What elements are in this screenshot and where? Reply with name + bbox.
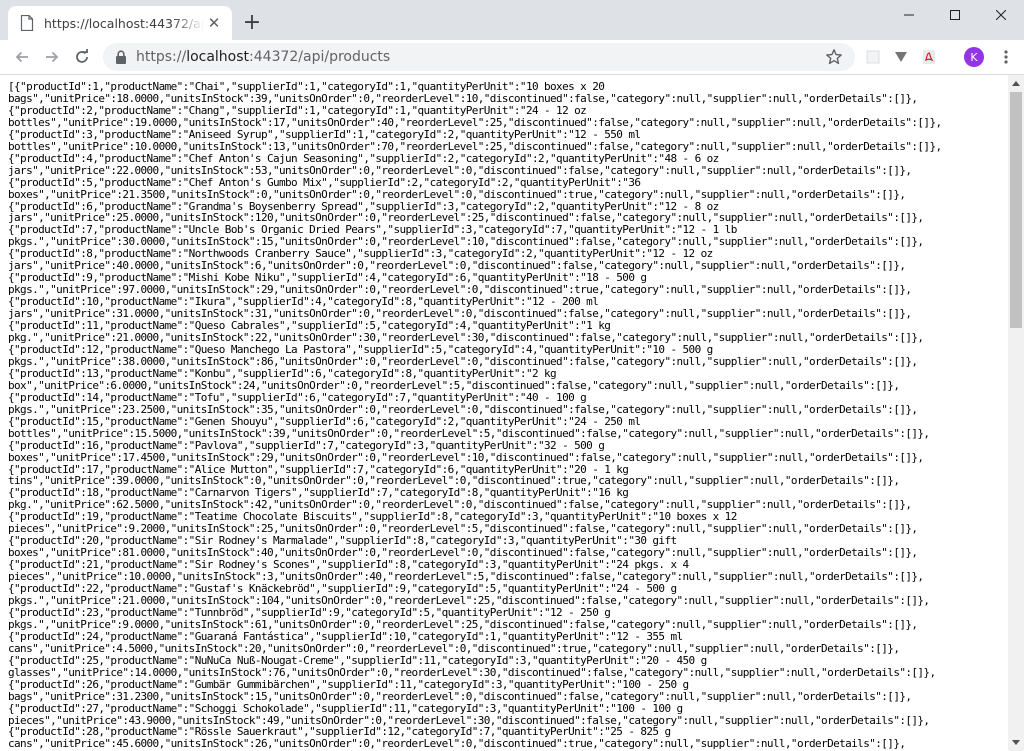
tab-close-icon[interactable]: ✕: [206, 15, 222, 31]
active-tab[interactable]: https://localhost:44372/api/products ✕: [8, 6, 232, 40]
extension-square-icon[interactable]: [861, 45, 885, 69]
lock-icon[interactable]: [115, 50, 127, 64]
url-text[interactable]: https://localhost:44372/api/products: [136, 49, 390, 65]
menu-kebab-icon[interactable]: [994, 45, 1018, 69]
scroll-down-arrow-icon[interactable]: [1008, 735, 1024, 751]
scrollbar-thumb[interactable]: [1010, 92, 1022, 328]
document-icon: [20, 15, 34, 31]
window-close-icon[interactable]: [978, 0, 1024, 30]
scroll-up-arrow-icon[interactable]: [1008, 75, 1024, 91]
pdf-extension-icon[interactable]: [917, 45, 941, 69]
forward-arrow-icon[interactable]: [40, 45, 64, 69]
url-path: :44372/api/products: [249, 49, 391, 65]
minimize-icon[interactable]: [886, 0, 932, 30]
address-bar[interactable]: https://localhost:44372/api/products: [103, 43, 855, 71]
url-scheme: https://: [136, 49, 187, 65]
back-arrow-icon[interactable]: [10, 45, 34, 69]
maximize-icon[interactable]: [932, 0, 978, 30]
new-tab-icon[interactable]: +: [240, 11, 264, 35]
reload-icon[interactable]: [70, 45, 94, 69]
browser-toolbar: https://localhost:44372/api/products: [0, 40, 1024, 75]
title-bar: https://localhost:44372/api/products ✕ +: [0, 0, 1024, 40]
page-content: [{"productId":1,"productName":"Chai","su…: [0, 75, 1008, 751]
bookmark-star-icon[interactable]: [825, 48, 843, 66]
json-response-text: [{"productId":1,"productName":"Chai","su…: [8, 80, 942, 751]
url-host: localhost: [186, 49, 250, 65]
profile-avatar[interactable]: K: [964, 47, 984, 67]
vertical-scrollbar[interactable]: [1008, 75, 1024, 751]
tab-title: https://localhost:44372/api/products: [44, 15, 204, 31]
extension-triangle-icon[interactable]: [889, 45, 913, 69]
